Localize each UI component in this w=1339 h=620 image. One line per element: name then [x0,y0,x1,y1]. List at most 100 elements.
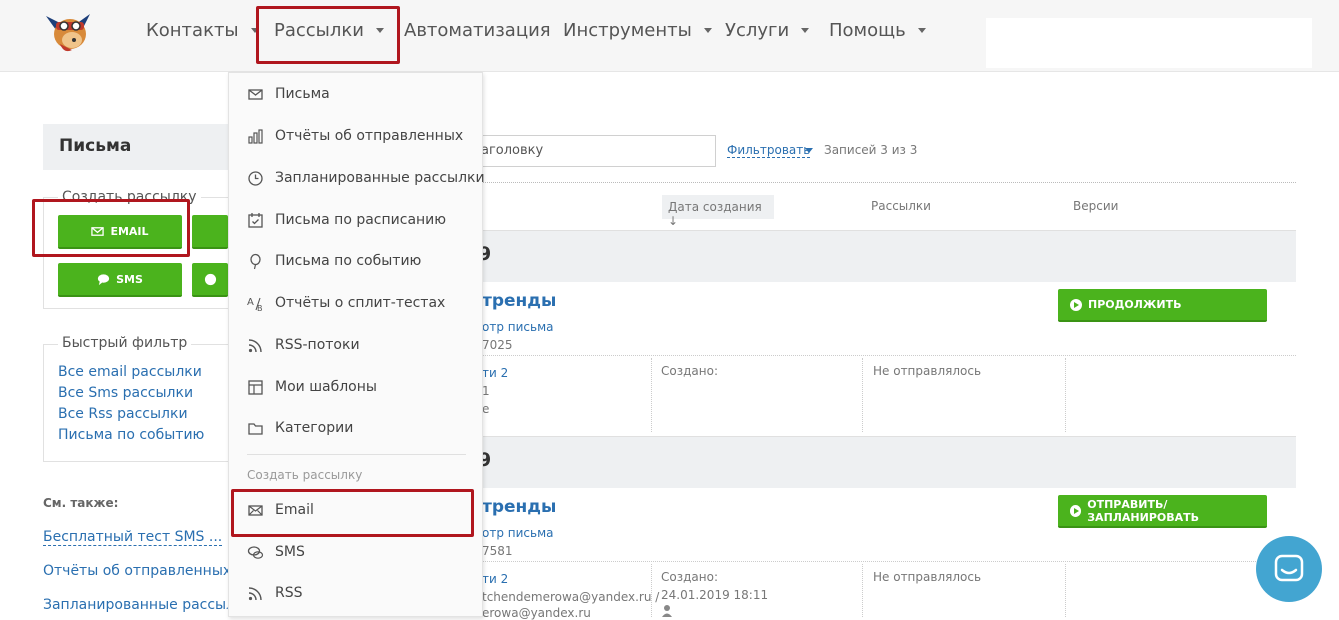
see-also-scheduled[interactable]: Запланированные рассылки [43,597,253,613]
filter-toggle[interactable]: Фильтровать [727,143,811,158]
arrow-circle-icon [1070,298,1082,311]
menu-item-by-schedule[interactable]: Письма по расписанию [247,208,446,232]
menu-item-label: Письма [275,86,330,102]
divider [1065,358,1066,432]
created-label: Создано: [661,364,718,378]
arrow-circle-icon [1070,504,1082,517]
menu-item-letters[interactable]: Письма [247,82,330,106]
message-detail-link[interactable]: ти 2 [482,572,508,586]
created-date: 24.01.2019 18:11 [661,588,769,602]
menu-item-create-rss[interactable]: RSS [247,581,303,605]
divider [651,358,652,432]
menu-item-label: Отчёты об отправленных [275,128,464,144]
records-count: Записей 3 из 3 [824,143,918,157]
nav-search-area[interactable] [986,18,1312,68]
divider [1065,564,1066,617]
chevron-down-icon [805,148,813,153]
message-detail-line: е [482,402,490,416]
message-id: 7025 [482,338,513,352]
filter-all-sms[interactable]: Все Sms рассылки [58,385,193,401]
clock-icon [248,170,263,186]
status-text: Не отправлялось [873,570,982,584]
nav-help[interactable]: Помощь [829,20,926,41]
nav-contacts-label: Контакты [146,20,239,41]
svg-text:A: A [247,297,254,308]
create-secondary-button[interactable] [192,215,228,249]
see-also-sent-reports[interactable]: Отчёты об отправленных [43,563,231,579]
viber-icon [204,273,216,285]
menu-item-split-tests[interactable]: AB Отчёты о сплит-тестах [247,291,445,315]
filter-all-rss[interactable]: Все Rss рассылки [58,406,188,422]
chevron-down-icon [801,28,810,33]
message-detail-line: erowa@yandex.ru [482,606,591,620]
menu-item-label: Письма по событию [275,253,422,269]
send-schedule-label: ОТПРАВИТЬ/ЗАПЛАНИРОВАТЬ [1087,497,1200,524]
column-mailings: Рассылки [871,199,931,213]
menu-item-sent-reports[interactable]: Отчёты об отправленных [247,124,463,148]
filter-event-emails[interactable]: Письма по событию [58,427,204,443]
created-label: Создано: [661,570,718,584]
send-schedule-button[interactable]: ОТПРАВИТЬ/ЗАПЛАНИРОВАТЬ [1058,495,1267,528]
divider [651,564,652,617]
menu-item-rss-feeds[interactable]: RSS-потоки [247,333,360,357]
chevron-down-icon [703,28,712,33]
divider [470,355,1296,356]
create-viber-button[interactable] [192,263,228,297]
menu-item-templates[interactable]: Мои шаблоны [247,375,377,399]
nav-automation[interactable]: Автоматизация [404,20,551,41]
mascot-logo-icon[interactable] [42,10,94,56]
nav-services[interactable]: Услуги [725,20,810,41]
group-header: 9 [470,436,1296,488]
nav-automation-label: Автоматизация [404,20,551,41]
sidebar-title: Письма [59,136,132,156]
menu-item-categories[interactable]: Категории [247,416,353,440]
divider [862,358,863,432]
sidebar-header: Письма [43,124,243,170]
message-preview-link[interactable]: отр письма [482,526,553,540]
divider [470,182,1296,183]
menu-divider [247,454,466,455]
nav-contacts[interactable]: Контакты [146,20,259,41]
see-also-free-sms-test[interactable]: Бесплатный тест SMS ... [43,529,223,546]
user-icon [662,605,672,617]
highlight-create-email-item [231,489,474,537]
message-preview-link[interactable]: отр письма [482,320,553,334]
highlight-mailings-menu [256,6,400,64]
filter-all-email[interactable]: Все email рассылки [58,364,202,380]
message-detail-line: tchendemerowa@yandex.ru / [482,590,660,604]
continue-button[interactable]: ПРОДОЛЖИТЬ [1058,289,1267,322]
menu-item-label: RSS-потоки [275,337,360,353]
message-title[interactable]: тренды [482,291,556,311]
envelope-icon [248,88,263,100]
menu-section-create: Создать рассылку [247,468,363,482]
rss-icon [248,338,262,352]
menu-item-by-event[interactable]: Письма по событию [247,249,421,273]
chat-bubble-icon [98,273,110,285]
menu-item-label: RSS [275,585,303,601]
menu-item-label: Запланированные рассылки [275,170,485,186]
nav-tools[interactable]: Инструменты [563,20,712,41]
divider [470,561,1296,562]
svg-text:B: B [257,304,263,312]
menu-item-label: SMS [275,544,305,560]
chat-icon [1274,554,1304,582]
see-also-label: См. также: [43,496,119,510]
nav-tools-label: Инструменты [563,20,692,41]
message-title[interactable]: тренды [482,497,556,517]
chat-widget-button[interactable] [1256,536,1322,602]
rss-icon [248,586,262,600]
balloon-icon [250,253,261,269]
menu-item-scheduled[interactable]: Запланированные рассылки [247,166,485,190]
search-input[interactable]: аголовку [470,135,716,167]
column-versions: Версии [1073,199,1119,213]
message-id: 7581 [482,544,513,558]
quick-filter-panel [43,344,243,462]
create-sms-button[interactable]: SMS [58,263,182,297]
nav-help-label: Помощь [829,20,906,41]
chat-bubbles-icon [247,545,264,559]
create-sms-label: SMS [116,272,143,286]
calendar-check-icon [248,212,263,228]
menu-item-create-sms[interactable]: SMS [247,540,305,564]
message-detail-link[interactable]: ти 2 [482,366,508,380]
column-created-sort[interactable]: Дата создания ↓ [662,195,774,228]
